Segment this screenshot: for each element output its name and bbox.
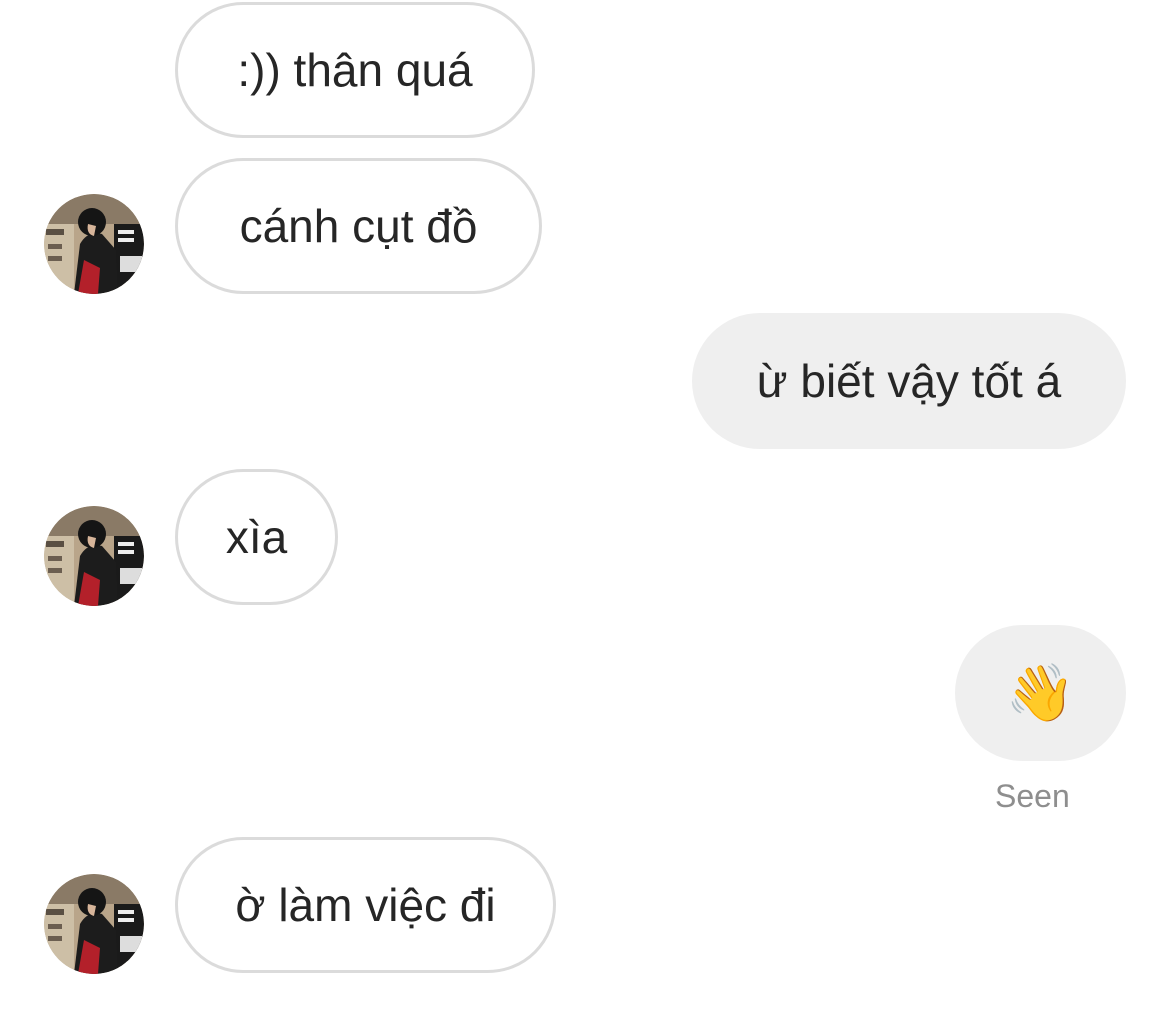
avatar[interactable]	[44, 874, 144, 974]
message-bubble-sent-emoji[interactable]: 👋	[955, 625, 1126, 761]
message-bubble-received[interactable]: ờ làm việc đi	[175, 837, 556, 973]
seen-status: Seen	[995, 778, 1070, 814]
message-text: xìa	[225, 511, 288, 563]
message-text: ừ biết vậy tốt á	[756, 355, 1062, 407]
message-text: ờ làm việc đi	[235, 879, 496, 931]
message-bubble-received[interactable]: :)) thân quá	[175, 2, 535, 138]
avatar[interactable]	[44, 194, 144, 294]
message-text: :)) thân quá	[237, 44, 473, 96]
message-bubble-sent[interactable]: ừ biết vậy tốt á	[692, 313, 1126, 449]
message-bubble-received[interactable]: xìa	[175, 469, 338, 605]
message-bubble-received[interactable]: cánh cụt đồ	[175, 158, 542, 294]
avatar[interactable]	[44, 506, 144, 606]
waving-hand-emoji: 👋	[1005, 661, 1076, 724]
message-text: cánh cụt đồ	[239, 200, 478, 252]
